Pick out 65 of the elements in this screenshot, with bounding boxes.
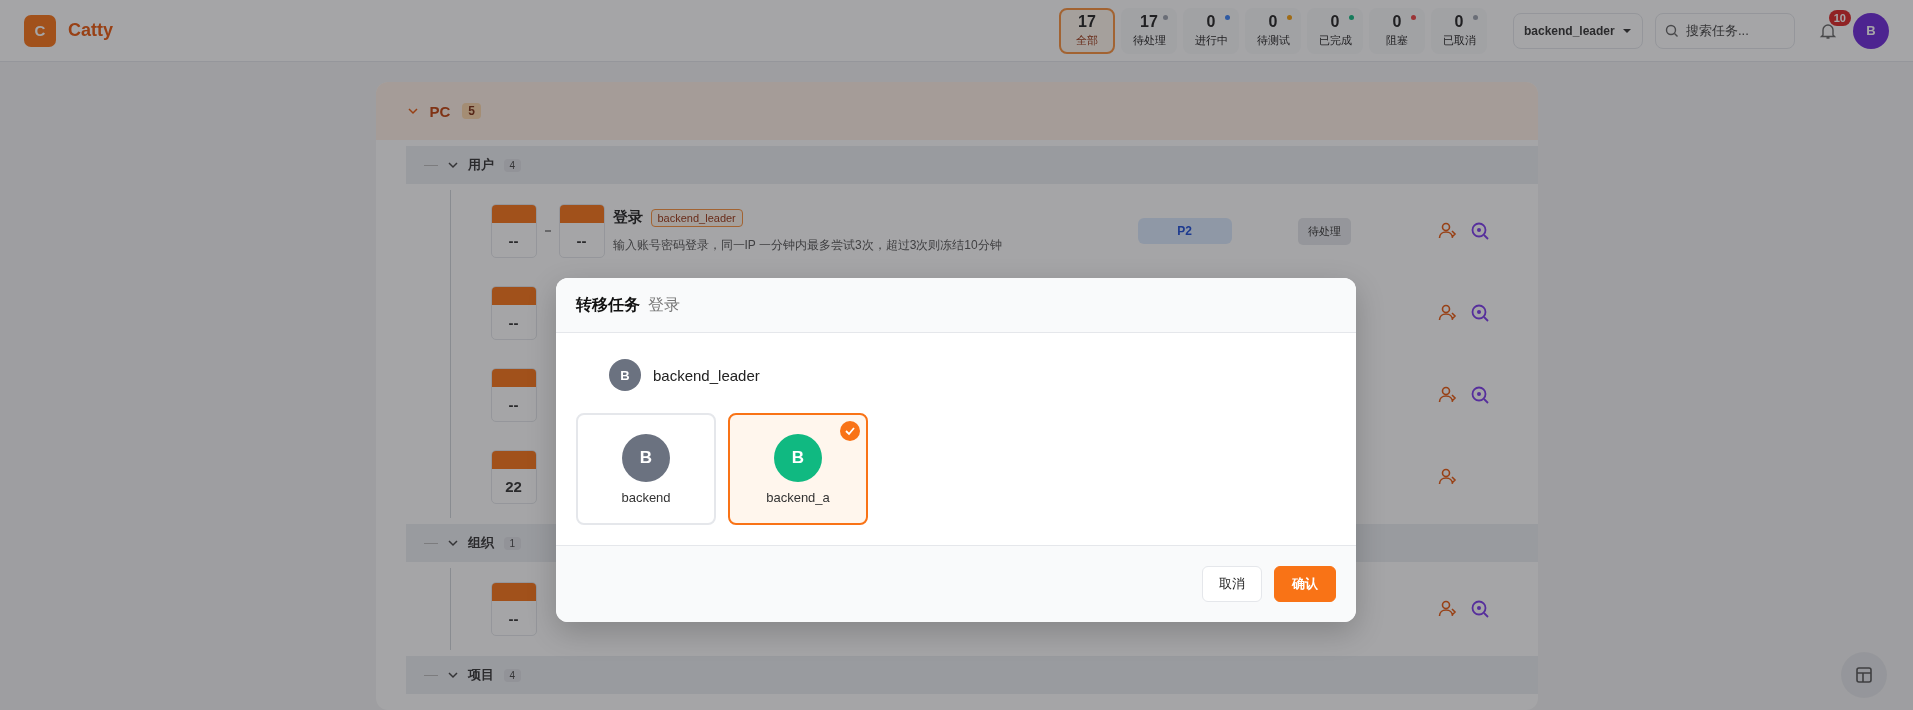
date-badge: --: [490, 582, 537, 636]
date-badge: 22: [490, 450, 537, 504]
search-icon: [1665, 23, 1679, 38]
date-band: [491, 287, 536, 305]
app-name: Catty: [68, 20, 113, 41]
status-filter[interactable]: 0 进行中: [1183, 7, 1239, 54]
user-avatar[interactable]: B: [1853, 12, 1889, 49]
users-icon[interactable]: [1437, 304, 1458, 322]
subgroup-count: 4: [503, 158, 522, 172]
assignee-option[interactable]: B backend: [576, 413, 716, 525]
group-name: PC: [429, 102, 451, 120]
dialog-subtitle: 登录: [648, 294, 680, 315]
task-description: 输入账号密码登录，同一IP 一分钟内最多尝试3次，超过3次则冻结10分钟: [612, 237, 1003, 254]
status-filter[interactable]: 0 阻塞: [1369, 7, 1425, 54]
subgroup-count: 1: [503, 536, 522, 550]
users-icon[interactable]: [1437, 468, 1458, 486]
assignee-option[interactable]: B backend_a: [728, 413, 868, 525]
status-filter[interactable]: 0 待测试: [1245, 7, 1301, 54]
status-badge: 待处理: [1297, 217, 1351, 245]
layout-button[interactable]: [1841, 652, 1887, 698]
task-title[interactable]: 登录: [612, 208, 643, 227]
priority-badge: P2: [1137, 218, 1232, 244]
cancel-button[interactable]: 取消: [1202, 566, 1262, 602]
date-band: [559, 205, 604, 223]
date-badge: --: [558, 204, 605, 258]
subgroup-name: 组织: [467, 534, 494, 552]
search-icon[interactable]: [1469, 303, 1490, 323]
subgroup-name: 项目: [467, 666, 494, 684]
date-separator: [544, 230, 551, 232]
user-avatar: B: [622, 433, 670, 482]
user-select[interactable]: backend_leader: [1513, 12, 1643, 49]
user-avatar: B: [609, 359, 641, 391]
search-icon[interactable]: [1469, 221, 1490, 241]
bell-icon[interactable]: [1819, 21, 1837, 40]
subgroup-count: 4: [503, 668, 522, 682]
notification-badge: 10: [1828, 9, 1851, 26]
date-band: [491, 451, 536, 469]
subgroup-name: 用户: [467, 156, 494, 174]
search-icon[interactable]: [1469, 385, 1490, 405]
group-count: 5: [462, 103, 482, 119]
status-filter[interactable]: 0 已取消: [1431, 7, 1487, 54]
dialog-title: 转移任务: [576, 294, 640, 315]
search-field[interactable]: 搜索任务...: [1655, 12, 1795, 49]
subgroup-header[interactable]: 项目 4: [405, 656, 1538, 694]
users-icon[interactable]: [1437, 600, 1458, 618]
date-band: [491, 369, 536, 387]
status-filter[interactable]: 0 已完成: [1307, 7, 1363, 54]
user-avatar: B: [774, 433, 822, 482]
current-assignee: backend_leader: [653, 366, 760, 384]
search-icon[interactable]: [1469, 599, 1490, 619]
logo: C: [24, 14, 56, 47]
date-badge: --: [490, 204, 537, 258]
status-filter[interactable]: 17 全部: [1059, 7, 1115, 54]
date-badge: --: [490, 368, 537, 422]
status-filter[interactable]: 17 待处理: [1121, 7, 1177, 54]
check-icon: [840, 421, 860, 441]
layout-icon: [1855, 666, 1873, 684]
users-icon[interactable]: [1437, 386, 1458, 404]
date-band: [491, 205, 536, 223]
date-badge: --: [490, 286, 537, 340]
assignee-tag: backend_leader: [650, 208, 743, 227]
group-header[interactable]: PC 5: [375, 82, 1538, 140]
date-band: [491, 583, 536, 601]
subgroup-header[interactable]: 用户 4: [405, 146, 1538, 184]
users-icon[interactable]: [1437, 222, 1458, 240]
